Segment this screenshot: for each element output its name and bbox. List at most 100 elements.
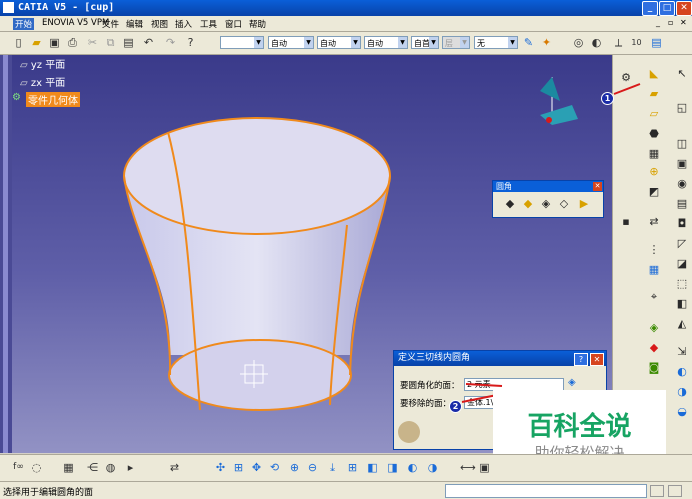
plane-tool-icon[interactable]: ◫: [675, 137, 689, 151]
pad-icon[interactable]: ▰: [647, 87, 661, 101]
paint-brush-icon[interactable]: ✎: [522, 36, 535, 49]
constraint-icon[interactable]: ⌖: [647, 290, 661, 304]
menu-enovia[interactable]: ENOVIA V5 VPM: [42, 18, 109, 28]
lock-icon[interactable]: ◍: [104, 461, 117, 474]
table-icon[interactable]: ▦: [62, 461, 75, 474]
hide-icon[interactable]: ◐: [406, 461, 419, 474]
iso-view-icon[interactable]: ◧: [366, 461, 379, 474]
edit-list-icon[interactable]: ◈: [568, 377, 576, 388]
doc-minimize-icon[interactable]: _: [656, 18, 660, 27]
pocket-icon[interactable]: ▱: [647, 107, 661, 121]
open-icon[interactable]: ▰: [30, 36, 43, 49]
chamfer-icon[interactable]: ▶: [577, 197, 591, 211]
copy-icon[interactable]: ⧉: [104, 36, 117, 49]
rib-icon[interactable]: ◩: [647, 185, 661, 199]
pan-icon[interactable]: ⊞: [232, 461, 245, 474]
move-icon[interactable]: ✥: [250, 461, 263, 474]
undo-icon[interactable]: ↶: [142, 36, 155, 49]
print-icon[interactable]: ⎙: [66, 36, 79, 49]
close-button[interactable]: ✕: [676, 1, 692, 16]
mirror-icon[interactable]: ⇄: [647, 215, 661, 229]
shading-icon[interactable]: ◨: [386, 461, 399, 474]
variable-fillet-icon[interactable]: ◆: [521, 197, 535, 211]
tree-expand-icon[interactable]: ⋲: [86, 461, 99, 474]
edge-fillet-icon[interactable]: ◆: [503, 197, 517, 211]
tritangent-fillet-tool-icon[interactable]: ◣: [647, 67, 661, 81]
surface-icon[interactable]: ◧: [675, 297, 689, 311]
none-combo[interactable]: 无 ▼: [474, 36, 518, 49]
rotate-icon[interactable]: ⟲: [268, 461, 281, 474]
hole-icon[interactable]: ⊕: [647, 165, 661, 179]
status-button-right[interactable]: [668, 485, 682, 497]
measure-icon[interactable]: ▤: [650, 36, 663, 49]
paste-icon[interactable]: ▤: [122, 36, 135, 49]
doc-restore-icon[interactable]: ▫: [668, 18, 673, 27]
shell-icon[interactable]: ▤: [675, 197, 689, 211]
redo-icon[interactable]: ↷: [164, 36, 177, 49]
select-arrow-icon[interactable]: ↖: [675, 67, 689, 81]
dialog-close-button[interactable]: ✕: [590, 353, 604, 366]
hide-show-icon[interactable]: ◐: [590, 36, 603, 49]
thickness-icon[interactable]: ◘: [675, 217, 689, 231]
inertia-icon[interactable]: ▣: [478, 461, 491, 474]
menu-window[interactable]: 窗口: [225, 18, 242, 30]
menu-start[interactable]: 开始: [13, 18, 35, 30]
formula-icon[interactable]: f∞: [12, 461, 25, 474]
multi-view-icon[interactable]: ⊞: [346, 461, 359, 474]
menu-insert[interactable]: 插入: [175, 18, 192, 30]
minimize-button[interactable]: _: [642, 1, 658, 16]
zoom-out-icon[interactable]: ⊖: [306, 461, 319, 474]
sweep-icon[interactable]: ◐: [675, 365, 689, 379]
shaft-icon[interactable]: ⬣: [647, 127, 661, 141]
dialog-help-button[interactable]: ?: [574, 353, 588, 366]
painter-icon[interactable]: ✦: [540, 36, 553, 49]
rect-pattern-icon[interactable]: ▦: [647, 263, 661, 277]
power-input-field[interactable]: [445, 484, 647, 498]
line-type-combo[interactable]: ▼: [220, 36, 264, 49]
loft-icon[interactable]: ◑: [675, 385, 689, 399]
draft-icon[interactable]: ◸: [675, 237, 689, 251]
fit-all-icon[interactable]: ✣: [214, 461, 227, 474]
menu-view[interactable]: 视图: [151, 18, 168, 30]
doc-close-icon[interactable]: ✕: [680, 18, 687, 27]
new-icon[interactable]: ▯: [12, 36, 25, 49]
apply-material-icon[interactable]: ◈: [647, 321, 661, 335]
measure-between-icon[interactable]: ⇲: [675, 345, 689, 359]
point-tool-icon[interactable]: ◉: [675, 177, 689, 191]
more-options-icon[interactable]: [398, 421, 420, 443]
menu-help[interactable]: 帮助: [249, 18, 266, 30]
camera-icon[interactable]: ▪: [619, 215, 633, 229]
split-icon[interactable]: ◪: [675, 257, 689, 271]
color-combo[interactable]: 自动 ▼: [317, 36, 361, 49]
face-fillet-icon[interactable]: ◈: [539, 197, 553, 211]
snap-icon[interactable]: 10: [630, 36, 643, 49]
pattern-icon[interactable]: ⋮: [647, 243, 661, 257]
sketch-icon[interactable]: ◱: [675, 101, 689, 115]
line-thickness-combo[interactable]: 自动 ▼: [268, 36, 314, 49]
menu-tools[interactable]: 工具: [200, 18, 217, 30]
swap-visible-icon[interactable]: ◎: [572, 36, 585, 49]
join-icon[interactable]: ◒: [675, 405, 689, 419]
fly-mode-icon[interactable]: ⇄: [168, 461, 181, 474]
zoom-in-icon[interactable]: ⊕: [288, 461, 301, 474]
tritangent-fillet-icon[interactable]: ◇: [557, 197, 571, 211]
boolean-icon[interactable]: ◭: [675, 317, 689, 331]
menu-file[interactable]: 文件: [102, 18, 119, 30]
menu-edit[interactable]: 编辑: [126, 18, 143, 30]
scale-icon[interactable]: ⬚: [675, 277, 689, 291]
axis-system-icon[interactable]: ⟂: [612, 36, 625, 49]
swap-space-icon[interactable]: ◑: [426, 461, 439, 474]
comment-icon[interactable]: ◌: [30, 461, 43, 474]
catalog-icon[interactable]: ◙: [647, 361, 661, 375]
status-button-left[interactable]: [650, 485, 664, 497]
groove-icon[interactable]: ▦: [647, 147, 661, 161]
measure-tool-icon[interactable]: ⟷: [460, 461, 476, 474]
line-tool-icon[interactable]: ▣: [675, 157, 689, 171]
transparency-combo[interactable]: 自动 ▼: [364, 36, 408, 49]
linetype-combo[interactable]: 自首 ▼: [411, 36, 439, 49]
normal-view-icon[interactable]: ⤓: [326, 461, 339, 474]
tree-scroll-strip[interactable]: [0, 55, 12, 453]
analysis-icon[interactable]: ◆: [647, 341, 661, 355]
cut-icon[interactable]: ✂: [86, 36, 99, 49]
fillet-toolbar-close-button[interactable]: ✕: [593, 182, 602, 191]
